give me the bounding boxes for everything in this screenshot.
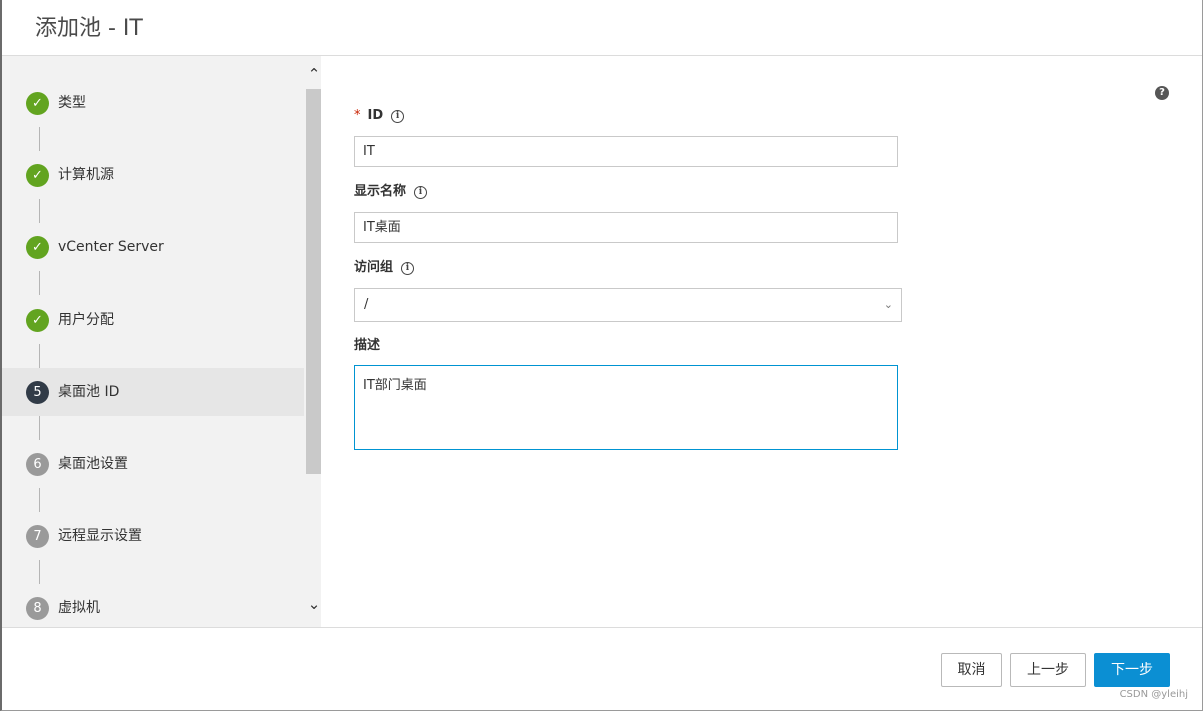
check-icon: ✓ xyxy=(26,92,49,115)
step-desktop-pool-settings[interactable]: 6 桌面池设置 xyxy=(2,440,304,488)
step-connector xyxy=(39,127,40,151)
help-icon[interactable]: ? xyxy=(1155,86,1169,100)
id-label: ID xyxy=(367,108,384,123)
step-label: 桌面池 ID xyxy=(58,384,120,400)
display-name-input[interactable]: IT桌面 xyxy=(354,212,898,243)
step-connector xyxy=(39,488,40,512)
access-group-select[interactable]: / ⌄ xyxy=(354,288,902,322)
step-connector xyxy=(39,560,40,584)
step-label: vCenter Server xyxy=(58,239,164,255)
step-number: 5 xyxy=(26,381,49,404)
check-icon: ✓ xyxy=(26,236,49,259)
step-connector xyxy=(39,199,40,223)
back-button[interactable]: 上一步 xyxy=(1010,653,1086,687)
check-icon: ✓ xyxy=(26,309,49,332)
step-connector xyxy=(39,271,40,295)
step-remote-display-settings[interactable]: 7 远程显示设置 xyxy=(2,512,304,560)
step-label: 远程显示设置 xyxy=(58,528,142,544)
chevron-down-icon[interactable]: ⌄ xyxy=(307,596,321,612)
step-label: 虚拟机 xyxy=(58,600,100,616)
step-label: 类型 xyxy=(58,95,86,111)
step-number: 7 xyxy=(26,525,49,548)
watermark: CSDN @yleihj xyxy=(1119,689,1188,700)
required-mark: * xyxy=(354,108,361,123)
id-input[interactable]: IT xyxy=(354,136,898,167)
access-group-value: / xyxy=(364,297,369,312)
step-vcenter-server[interactable]: ✓ vCenter Server xyxy=(2,223,304,271)
step-virtual-machine[interactable]: 8 虚拟机 xyxy=(2,584,304,627)
sidebar-scrollbar[interactable]: ⌃ ⌄ xyxy=(306,56,321,627)
step-computer-source[interactable]: ✓ 计算机源 xyxy=(2,151,304,199)
display-name-label-row: 显示名称 i xyxy=(354,183,428,201)
step-type[interactable]: ✓ 类型 xyxy=(2,79,304,127)
wizard-sidebar: ✓ 类型 ✓ 计算机源 ✓ vCenter Server ✓ 用户分配 5 桌面… xyxy=(2,56,321,627)
step-connector xyxy=(39,416,40,440)
chevron-up-icon[interactable]: ⌃ xyxy=(307,66,321,82)
cancel-button[interactable]: 取消 xyxy=(941,653,1002,687)
chevron-down-icon: ⌄ xyxy=(883,298,893,311)
step-connector xyxy=(39,344,40,368)
dialog-footer: 取消 上一步 下一步 CSDN @yleihj xyxy=(2,627,1202,710)
info-icon[interactable]: i xyxy=(414,186,428,199)
step-desktop-pool-id[interactable]: 5 桌面池 ID xyxy=(2,368,304,416)
description-label: 描述 xyxy=(354,338,381,353)
step-user-assignment[interactable]: ✓ 用户分配 xyxy=(2,296,304,344)
step-label: 计算机源 xyxy=(58,167,114,183)
id-label-row: * ID i xyxy=(354,107,405,125)
description-textarea[interactable]: IT部门桌面 xyxy=(354,365,898,450)
step-label: 用户分配 xyxy=(58,312,114,328)
form-panel: ? * ID i IT 显示名称 i IT桌面 访问组 i / ⌄ 描述 IT部门桌面 xyxy=(321,56,1202,627)
info-icon[interactable]: i xyxy=(391,110,405,123)
step-number: 6 xyxy=(26,453,49,476)
dialog-header: 添加池 - IT xyxy=(2,0,1202,56)
step-label: 桌面池设置 xyxy=(58,456,128,472)
display-name-label: 显示名称 xyxy=(354,184,407,199)
access-group-label: 访问组 xyxy=(354,260,394,275)
step-number: 8 xyxy=(26,597,49,620)
access-group-label-row: 访问组 i xyxy=(354,259,415,277)
dialog-title: 添加池 - IT xyxy=(35,16,143,41)
next-button[interactable]: 下一步 xyxy=(1094,653,1170,687)
info-icon[interactable]: i xyxy=(401,262,415,275)
check-icon: ✓ xyxy=(26,164,49,187)
scroll-thumb[interactable] xyxy=(306,89,321,474)
